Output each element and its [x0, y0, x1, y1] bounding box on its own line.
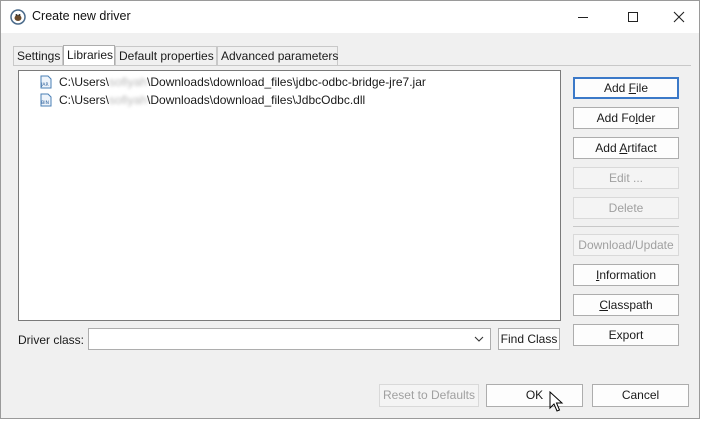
mouse-pointer-icon — [549, 391, 564, 412]
driver-class-combo[interactable] — [88, 328, 491, 350]
title-bar: Create new driver — [1, 1, 699, 33]
tab-default-properties[interactable]: Default properties — [115, 46, 217, 65]
redacted-username: sofiyah — [109, 75, 148, 89]
library-path-suffix: \Downloads\download_files\JdbcOdbc.dll — [147, 93, 366, 107]
library-list[interactable]: JAR C:\Users\ sofiyah \Downloads\downloa… — [18, 70, 561, 321]
tab-advanced-parameters[interactable]: Advanced parameters — [217, 46, 338, 65]
library-item[interactable]: JAR C:\Users\ sofiyah \Downloads\downloa… — [39, 74, 426, 90]
driver-class-label: Driver class: — [18, 333, 85, 347]
edit-button[interactable]: Edit ... — [573, 167, 679, 189]
download-update-button[interactable]: Download/Update — [573, 234, 679, 256]
maximize-icon — [628, 12, 638, 22]
svg-text:BIN: BIN — [41, 100, 49, 106]
add-folder-button[interactable]: Add Folder — [573, 107, 679, 129]
ok-button[interactable]: OK — [486, 384, 583, 407]
close-icon — [673, 11, 685, 23]
window-title: Create new driver — [32, 9, 131, 23]
maximize-button[interactable] — [611, 1, 655, 33]
add-artifact-button[interactable]: Add Artifact — [573, 137, 679, 159]
information-button[interactable]: Information — [573, 264, 679, 286]
chevron-down-icon[interactable] — [473, 333, 485, 345]
find-class-button[interactable]: Find Class — [498, 328, 560, 350]
tab-settings[interactable]: Settings — [13, 46, 63, 65]
jar-file-icon: JAR — [40, 75, 52, 89]
dbeaver-app-icon — [10, 9, 26, 25]
cancel-button[interactable]: Cancel — [592, 384, 689, 407]
close-button[interactable] — [657, 1, 701, 33]
library-item[interactable]: BIN C:\Users\ sofiyah \Downloads\downloa… — [39, 92, 365, 108]
button-separator — [573, 226, 679, 227]
tab-libraries[interactable]: Libraries — [63, 45, 115, 66]
classpath-button[interactable]: Classpath — [573, 294, 679, 316]
svg-text:JAR: JAR — [40, 82, 48, 88]
reset-to-defaults-button[interactable]: Reset to Defaults — [379, 384, 479, 407]
delete-button[interactable]: Delete — [573, 197, 679, 219]
library-path-prefix: C:\Users\ — [59, 75, 110, 89]
library-path-prefix: C:\Users\ — [59, 93, 110, 107]
create-driver-dialog: Create new driver Settings Libraries Def… — [0, 0, 700, 419]
library-path-suffix: \Downloads\download_files\jdbc-odbc-brid… — [147, 75, 426, 89]
redacted-username: sofiyah — [109, 93, 148, 107]
minimize-icon — [578, 16, 588, 18]
minimize-button[interactable] — [561, 1, 605, 33]
binary-file-icon: BIN — [40, 93, 52, 107]
add-file-button[interactable]: Add File — [573, 77, 679, 99]
tab-divider — [13, 65, 691, 66]
export-button[interactable]: Export — [573, 324, 679, 346]
